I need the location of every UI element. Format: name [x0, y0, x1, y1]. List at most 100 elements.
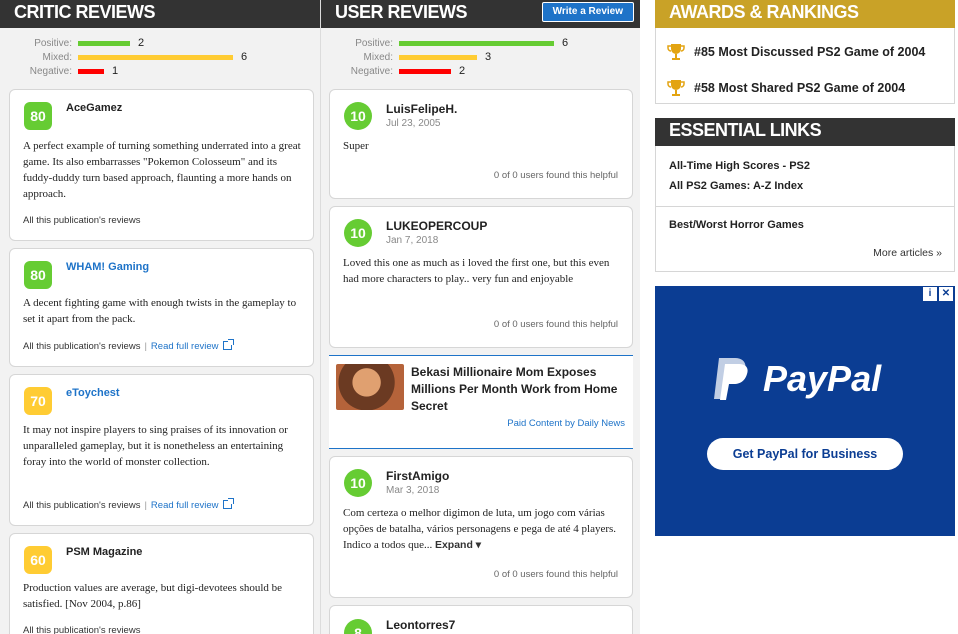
- essential-links-heading: ESSENTIAL LINKS: [655, 118, 955, 146]
- award-item[interactable]: #85 Most Discussed PS2 Game of 2004: [656, 34, 954, 70]
- mixed-bar: [78, 54, 233, 60]
- review-text: Loved this one as much as i loved the fi…: [343, 257, 610, 285]
- critic-score: 60: [24, 546, 52, 574]
- more-articles-link[interactable]: More articles »: [873, 247, 942, 259]
- publication-name[interactable]: WHAM! Gaming: [66, 261, 149, 273]
- trophy-icon: [667, 44, 685, 60]
- critic-reviews-heading: CRITIC REVIEWS: [0, 0, 320, 28]
- essential-link[interactable]: All PS2 Games: A-Z Index: [669, 180, 803, 192]
- critic-positive-row: Positive: 2: [0, 36, 320, 50]
- review-text: Com certeza o melhor digimon de luta, um…: [343, 505, 620, 553]
- awards-list: #85 Most Discussed PS2 Game of 2004 #58 …: [655, 28, 955, 104]
- sponsored-content[interactable]: Bekasi Millionaire Mom Exposes Millions …: [329, 355, 633, 449]
- publication-name[interactable]: AceGamez: [66, 102, 122, 114]
- all-publication-reviews-link[interactable]: All this publication's reviews: [23, 341, 140, 352]
- review-footer: All this publication's reviews: [23, 625, 140, 634]
- review-footer: All this publication's reviews | Read full…: [23, 498, 234, 511]
- critic-score: 70: [24, 387, 52, 415]
- critic-score-distribution: Positive: 2 Mixed: 6 Negative: 1: [0, 36, 320, 82]
- essential-link[interactable]: All-Time High Scores - PS2: [669, 160, 810, 172]
- award-text: #85 Most Discussed PS2 Game of 2004: [694, 45, 926, 59]
- user-score: 10: [344, 469, 372, 497]
- paypal-wordmark: PayPal: [763, 358, 882, 399]
- get-paypal-button[interactable]: Get PayPal for Business: [707, 438, 903, 470]
- review-date: Jul 23, 2005: [386, 118, 441, 129]
- review-date: Jan 7, 2018: [386, 235, 439, 246]
- critic-review-card: 80 WHAM! Gaming A decent fighting game w…: [9, 248, 314, 367]
- mixed-bar: [399, 54, 477, 60]
- user-name[interactable]: Leontorres7: [386, 618, 455, 632]
- publication-name[interactable]: eToychest: [66, 387, 120, 399]
- helpful-count: 0 of 0 users found this helpful: [493, 319, 618, 330]
- close-icon[interactable]: ✕: [939, 287, 953, 301]
- user-name[interactable]: LuisFelipeH.: [386, 102, 457, 116]
- helpful-count: 0 of 0 users found this helpful: [493, 569, 618, 580]
- award-item[interactable]: #58 Most Shared PS2 Game of 2004: [656, 70, 954, 106]
- user-review-card: 10 LuisFelipeH. Jul 23, 2005 Super 0 of …: [329, 89, 633, 199]
- user-reviews-heading: USER REVIEWS Write a Review: [321, 0, 640, 28]
- review-text: Production values are average, but digi-…: [23, 582, 283, 610]
- user-review-card: 8 Leontorres7: [329, 605, 633, 634]
- user-mixed-row: Mixed: 3: [321, 50, 640, 64]
- essential-link[interactable]: Best/Worst Horror Games: [669, 219, 804, 231]
- review-text: Super: [343, 140, 369, 152]
- critic-review-card: 60 PSM Magazine Production values are av…: [9, 533, 314, 634]
- user-negative-row: Negative: 2: [321, 64, 640, 78]
- sidebar: AWARDS & RANKINGS #85 Most Discussed PS2…: [655, 0, 955, 536]
- critic-mixed-row: Mixed: 6: [0, 50, 320, 64]
- all-publication-reviews-link[interactable]: All this publication's reviews: [23, 215, 140, 226]
- user-positive-row: Positive: 6: [321, 36, 640, 50]
- user-score-distribution: Positive: 6 Mixed: 3 Negative: 2: [321, 36, 640, 82]
- negative-count: 1: [112, 65, 119, 77]
- critic-score: 80: [24, 102, 52, 130]
- write-review-button[interactable]: Write a Review: [541, 2, 634, 22]
- user-reviews-column: USER REVIEWS Write a Review Positive: 6 …: [320, 0, 640, 634]
- review-text: A perfect example of turning something u…: [23, 140, 301, 200]
- critic-review-card: 80 AceGamez A perfect example of turning…: [9, 89, 314, 241]
- negative-bar: [78, 68, 104, 74]
- expand-link[interactable]: Expand ▾: [435, 539, 481, 551]
- positive-count: 2: [138, 37, 145, 49]
- separator: |: [144, 341, 147, 352]
- negative-label: Negative:: [29, 65, 72, 77]
- user-reviews-title: USER REVIEWS: [335, 2, 468, 22]
- read-full-review-link[interactable]: Read full review: [151, 341, 219, 352]
- external-link-icon: [222, 498, 234, 509]
- user-score: 8: [344, 619, 372, 634]
- positive-label: Positive:: [34, 37, 72, 49]
- review-text: It may not inspire players to sing prais…: [23, 424, 288, 468]
- separator: |: [144, 500, 147, 511]
- review-text: A decent fighting game with enough twist…: [23, 297, 297, 325]
- review-date: Mar 3, 2018: [386, 485, 440, 496]
- paypal-ad[interactable]: i ✕ PayPal Get PayPal for Business: [655, 286, 955, 536]
- essential-links-list: All-Time High Scores - PS2 All PS2 Games…: [655, 146, 955, 272]
- trophy-icon: [667, 80, 685, 96]
- paypal-logo-icon: [714, 358, 748, 400]
- publication-name[interactable]: PSM Magazine: [66, 546, 142, 558]
- award-text: #58 Most Shared PS2 Game of 2004: [694, 81, 906, 95]
- ad-choices[interactable]: i ✕: [923, 287, 953, 301]
- user-name[interactable]: LUKEOPERCOUP: [386, 219, 487, 233]
- negative-count: 2: [459, 65, 466, 77]
- positive-bar: [78, 40, 130, 46]
- all-publication-reviews-link[interactable]: All this publication's reviews: [23, 625, 140, 634]
- critic-negative-row: Negative: 1: [0, 64, 320, 78]
- sponsored-source[interactable]: Paid Content by Daily News: [507, 418, 625, 429]
- user-score: 10: [344, 219, 372, 247]
- user-review-card: 10 LUKEOPERCOUP Jan 7, 2018 Loved this o…: [329, 206, 633, 348]
- sponsored-thumbnail[interactable]: [336, 364, 404, 410]
- negative-bar: [399, 68, 451, 74]
- user-name[interactable]: FirstAmigo: [386, 469, 449, 483]
- mixed-label: Mixed:: [42, 51, 72, 63]
- ad-info-icon[interactable]: i: [923, 287, 937, 301]
- all-publication-reviews-link[interactable]: All this publication's reviews: [23, 500, 140, 511]
- sponsored-title[interactable]: Bekasi Millionaire Mom Exposes Millions …: [411, 364, 625, 415]
- positive-label: Positive:: [355, 37, 393, 49]
- positive-bar: [399, 40, 554, 46]
- mixed-count: 3: [485, 51, 492, 63]
- mixed-count: 6: [241, 51, 248, 63]
- mixed-label: Mixed:: [363, 51, 393, 63]
- critic-score: 80: [24, 261, 52, 289]
- read-full-review-link[interactable]: Read full review: [151, 500, 219, 511]
- awards-heading: AWARDS & RANKINGS: [655, 0, 955, 28]
